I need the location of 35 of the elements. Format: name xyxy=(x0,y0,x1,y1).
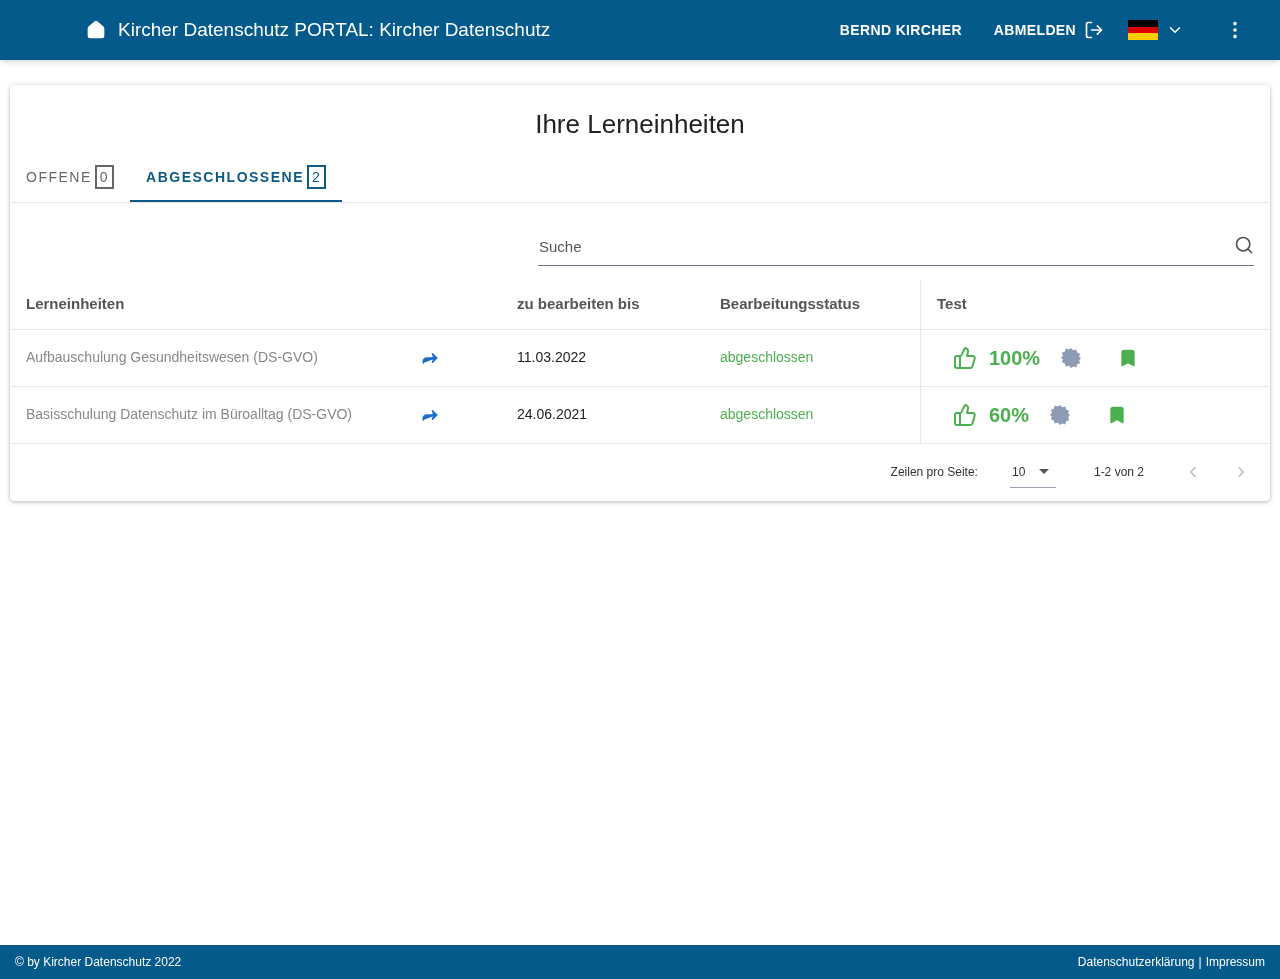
course-name: Basisschulung Datenschutz im Büroalltag (DS-GVO) xyxy=(26,405,354,424)
page-range: 1-2 von 2 xyxy=(1093,464,1144,481)
test-score: 100% xyxy=(989,345,1041,371)
column-header: Test xyxy=(937,294,967,315)
page-title: Ihre Lerneinheiten xyxy=(534,108,746,141)
thumbs-up-icon xyxy=(953,345,977,370)
user-button[interactable]: BERND KIRCHER xyxy=(839,19,962,41)
due-date: 24.06.2021 xyxy=(517,405,588,424)
course-name: Aufbauschulung Gesundheitswesen (DS-GVO) xyxy=(26,348,319,367)
search-field[interactable]: Suche xyxy=(538,236,1254,266)
dropdown-triangle-icon xyxy=(1039,469,1050,474)
search-icon[interactable] xyxy=(1234,235,1254,255)
test-score: 60% xyxy=(989,402,1030,428)
due-date: 11.03.2022 xyxy=(517,348,587,367)
flag-icon xyxy=(1128,20,1158,40)
status-text: abgeschlossen xyxy=(720,348,814,367)
app-title: Kircher Datenschutz PORTAL: Kircher Datenschutz xyxy=(118,17,551,42)
thumbs-up-icon xyxy=(953,402,977,427)
footer-link[interactable]: Datenschutzerklärung xyxy=(1077,953,1195,971)
tab[interactable]: OFFENE 0 xyxy=(22,154,119,202)
status-text: abgeschlossen xyxy=(720,405,814,424)
home-icon[interactable] xyxy=(86,20,106,40)
logout-icon xyxy=(1084,20,1104,40)
tab[interactable]: ABGESCHLOSSENE 2 xyxy=(130,154,343,202)
column-header: Lerneinheiten xyxy=(26,294,125,315)
column-header: Bearbeitungsstatus xyxy=(720,294,861,315)
badge-icon xyxy=(1049,403,1072,426)
badge-icon xyxy=(1060,346,1083,369)
rows-per-page-select[interactable]: 10 xyxy=(1009,456,1056,488)
link-separator: | xyxy=(1198,954,1202,971)
copyright-text: © by Kircher Datenschutz 2022 xyxy=(15,954,182,971)
footer-link[interactable]: Impressum xyxy=(1205,953,1265,971)
logout-button[interactable]: ABMELDEN xyxy=(993,19,1104,41)
column-header: zu bearbeiten bis xyxy=(517,294,640,315)
rows-per-page-label: Zeilen pro Seite: xyxy=(890,464,978,481)
